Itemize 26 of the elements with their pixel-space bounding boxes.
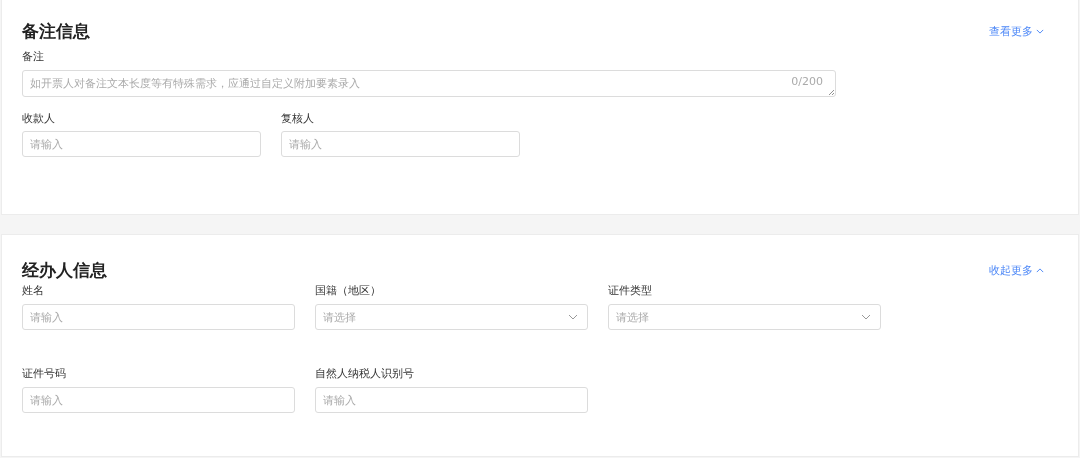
field-label: 国籍（地区） [315, 283, 382, 298]
remark-textarea[interactable]: 如开票人对备注文本长度等有特殊需求，应通过自定义附加要素录入 0/200 [22, 70, 836, 97]
input-field[interactable]: 请输入 [22, 387, 295, 413]
input-field[interactable]: 请输入 [22, 304, 295, 330]
field-label: 姓名 [22, 283, 45, 298]
field-label: 证件号码 [22, 366, 67, 381]
field-label: 收款人 [22, 111, 56, 126]
chevron-down-icon [861, 314, 871, 320]
select-field[interactable]: 请选择 [315, 304, 588, 330]
toggle-link[interactable]: 收起更多 [989, 262, 1044, 278]
resize-grip-icon [828, 89, 834, 95]
toggle-link[interactable]: 查看更多 [989, 23, 1044, 39]
section-title: 备注信息 [22, 19, 90, 43]
section-title: 经办人信息 [22, 258, 107, 282]
chevron-down-icon [568, 314, 578, 320]
chevron-icon [1036, 267, 1044, 273]
input-field[interactable]: 请输入 [281, 131, 520, 157]
input-field[interactable]: 请输入 [315, 387, 588, 413]
chevron-icon [1036, 28, 1044, 34]
field-label: 自然人纳税人识别号 [315, 366, 415, 381]
field-label: 复核人 [281, 111, 315, 126]
char-counter: 0/200 [791, 75, 823, 88]
input-field[interactable]: 请输入 [22, 131, 261, 157]
select-field[interactable]: 请选择 [608, 304, 881, 330]
field-label: 备注 [22, 49, 45, 64]
field-label: 证件类型 [608, 283, 653, 298]
